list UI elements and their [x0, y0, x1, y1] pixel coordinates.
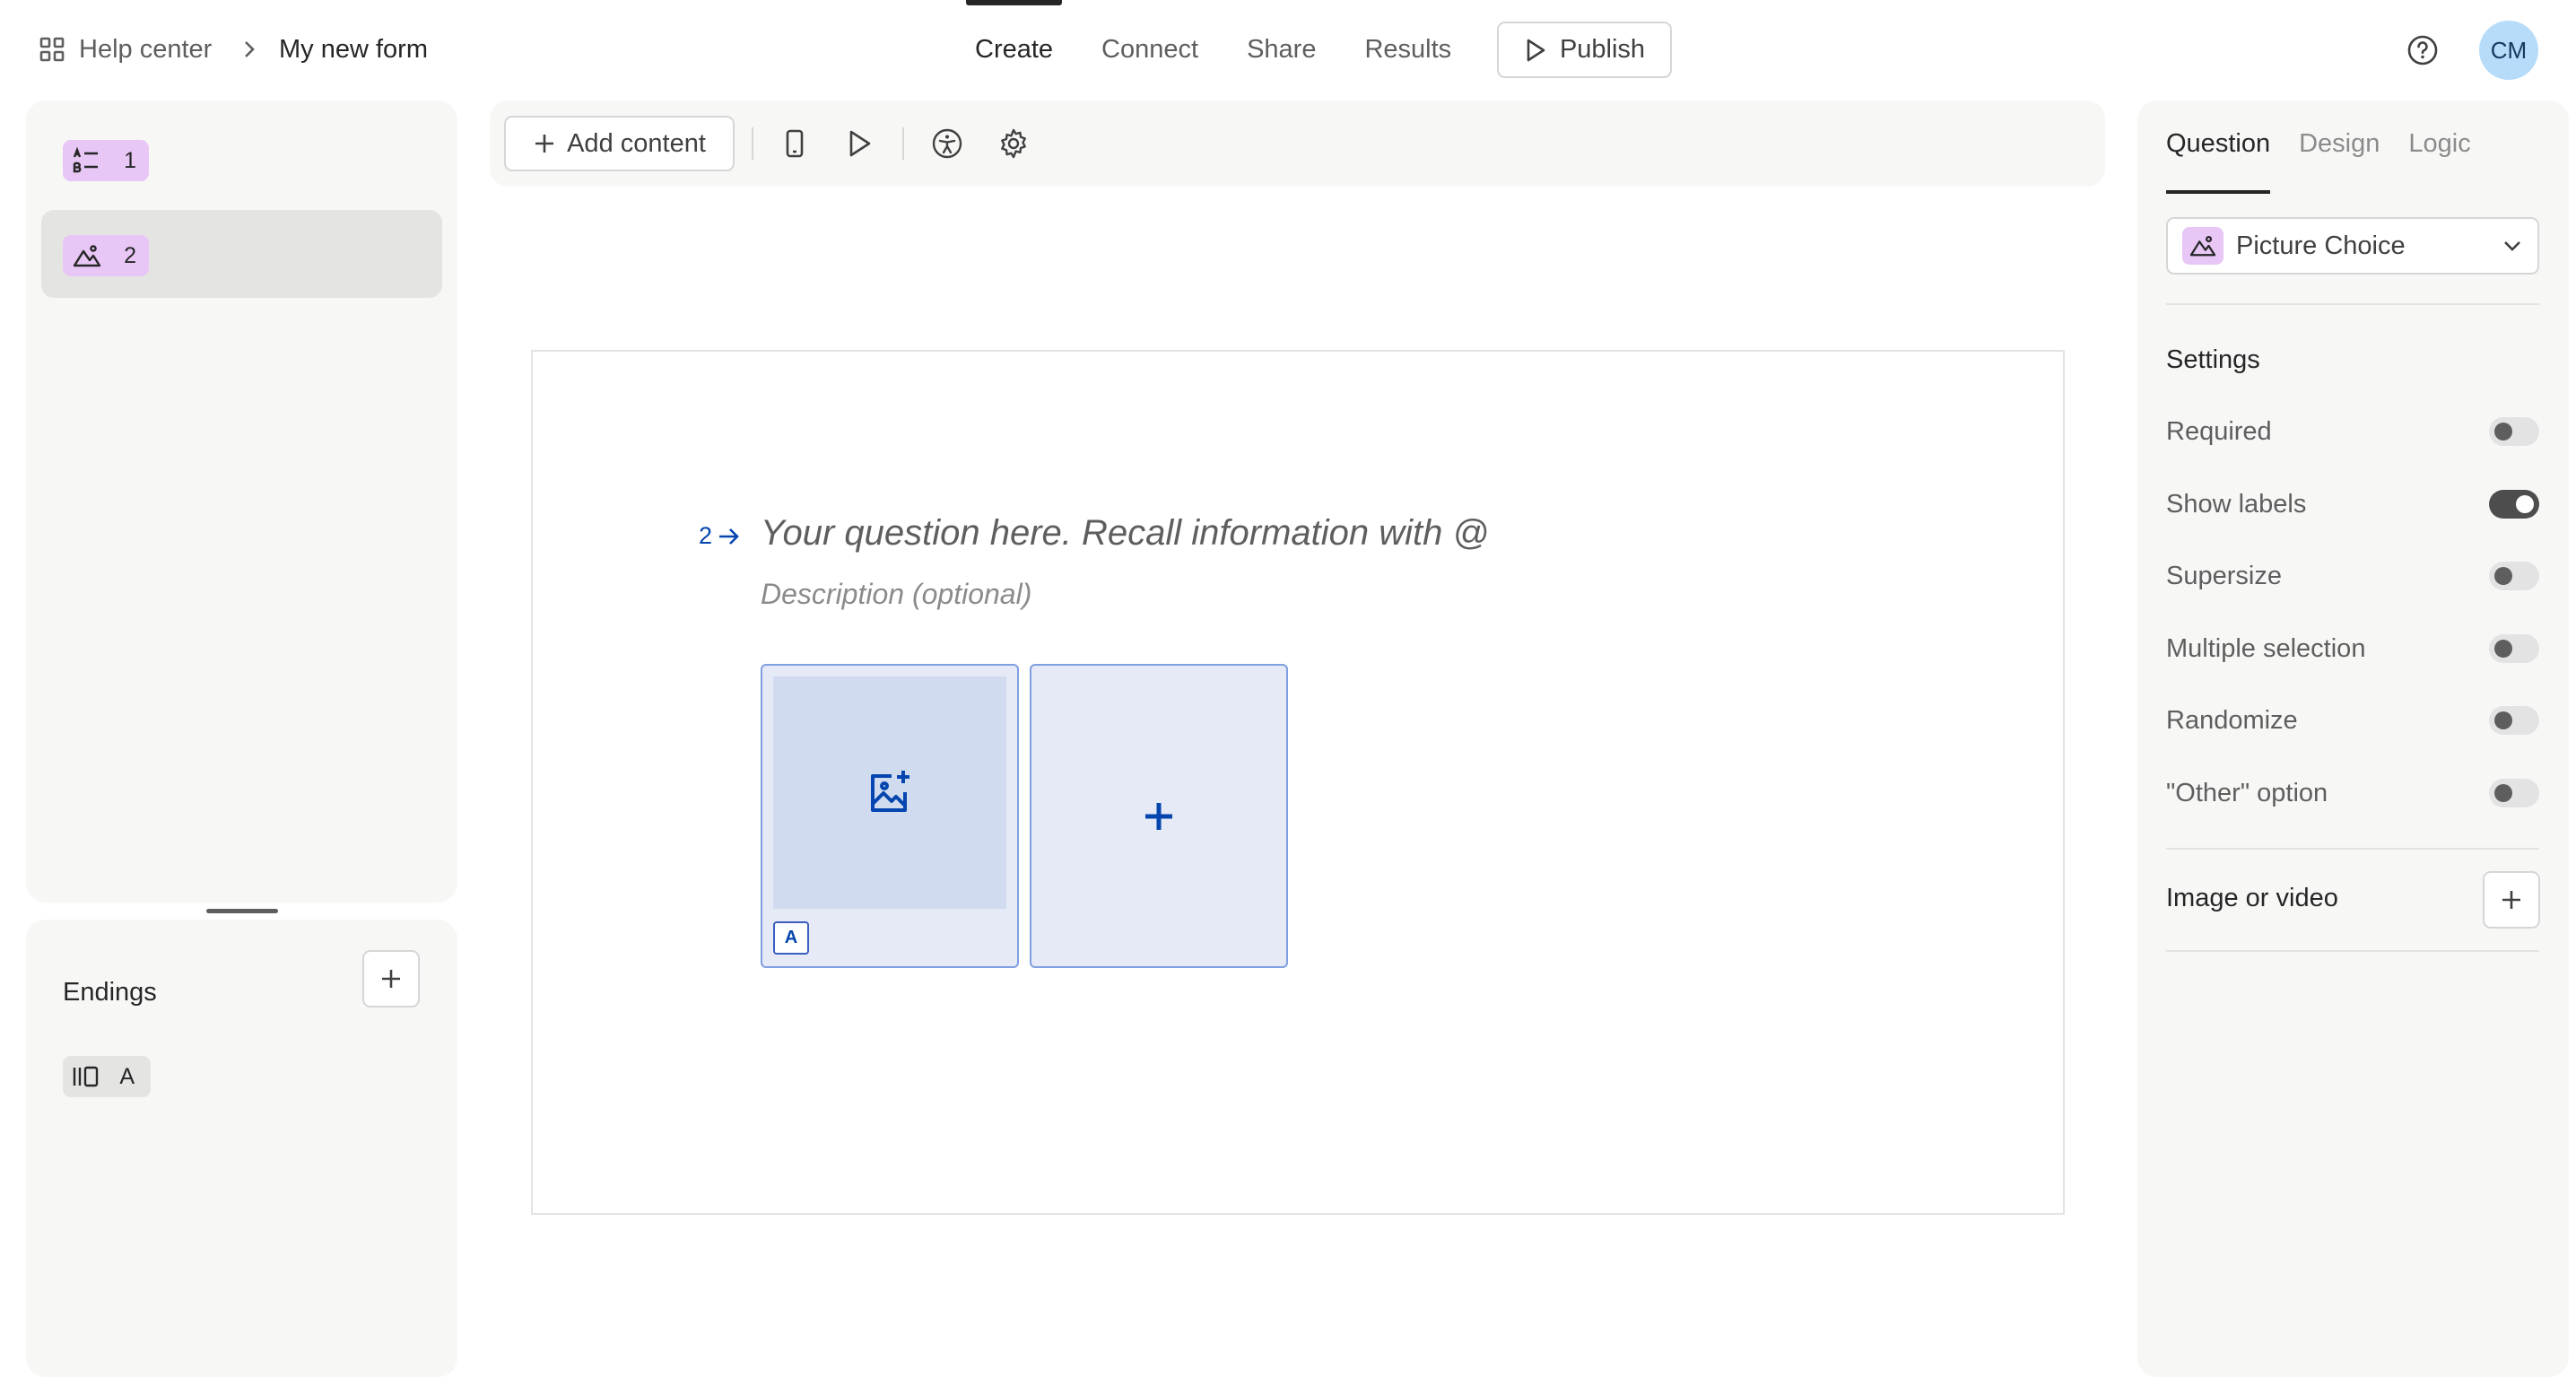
setting-randomize: Randomize — [2166, 701, 2539, 740]
add-content-button[interactable]: Add content — [504, 116, 735, 171]
question-number: 1 — [124, 147, 136, 173]
panel-resize-handle[interactable] — [206, 909, 278, 913]
question-description-input[interactable]: Description (optional) — [761, 578, 1031, 611]
mobile-preview-icon — [786, 129, 804, 158]
question-item-2[interactable]: 2 — [41, 210, 442, 298]
tab-results[interactable]: Results — [1340, 0, 1475, 99]
form-canvas: 2 Your question here. Recall information… — [531, 350, 2065, 1215]
setting-label: Supersize — [2166, 561, 2282, 590]
mobile-preview-button[interactable] — [777, 126, 813, 161]
ending-icon — [73, 1066, 99, 1087]
endings-panel: Endings A — [26, 920, 457, 1377]
choice-image-placeholder[interactable] — [773, 676, 1006, 909]
accessibility-icon — [932, 128, 962, 159]
multiple-choice-icon — [73, 147, 98, 173]
randomize-toggle[interactable] — [2489, 706, 2539, 735]
question-item-1[interactable]: 1 — [41, 115, 442, 203]
top-bar: Help center My new form Create Connect S… — [0, 0, 2576, 99]
setting-label: Multiple selection — [2166, 633, 2366, 663]
question-number-label: 2 — [699, 522, 713, 549]
setting-other-option: "Other" option — [2166, 773, 2539, 813]
accessibility-button[interactable] — [929, 126, 965, 161]
chevron-down-icon — [2504, 241, 2520, 251]
add-image-icon — [871, 770, 909, 812]
tab-connect[interactable]: Connect — [1077, 0, 1223, 99]
tab-design[interactable]: Design — [2299, 100, 2380, 187]
supersize-toggle[interactable] — [2489, 562, 2539, 590]
editor-toolbar: Add content — [490, 100, 2105, 187]
play-preview-icon — [849, 130, 871, 157]
toolbar-divider — [752, 127, 753, 160]
play-icon — [1527, 39, 1545, 61]
picture-choice-icon — [73, 245, 101, 267]
setting-multiple-selection: Multiple selection — [2166, 629, 2539, 668]
section-divider — [2166, 848, 2539, 850]
settings-gear-icon — [1001, 128, 1026, 159]
multiple-selection-toggle[interactable] — [2489, 634, 2539, 663]
picture-choice-a[interactable]: A — [761, 664, 1019, 968]
question-badge: 1 — [63, 140, 149, 181]
endings-title: Endings — [63, 978, 157, 1007]
arrow-right-icon — [719, 528, 739, 545]
toolbar-divider — [902, 127, 904, 160]
settings-heading: Settings — [2166, 345, 2260, 374]
settings-tabs: Question Design Logic — [2166, 100, 2471, 194]
preview-button[interactable] — [841, 126, 877, 161]
setting-label: Required — [2166, 416, 2272, 446]
picture-choice-type-badge — [2182, 227, 2224, 265]
plus-icon — [382, 970, 400, 988]
question-title-input[interactable]: Your question here. Recall information w… — [761, 513, 1489, 554]
breadcrumb-home[interactable]: Help center — [39, 31, 212, 68]
ending-key: A — [119, 1063, 135, 1089]
section-divider — [2166, 950, 2539, 952]
tab-share[interactable]: Share — [1223, 0, 1340, 99]
question-type-label: Picture Choice — [2236, 231, 2406, 260]
required-toggle[interactable] — [2489, 417, 2539, 446]
setting-supersize: Supersize — [2166, 556, 2539, 596]
picture-choice-icon — [2189, 235, 2216, 257]
add-choice-button[interactable] — [1030, 664, 1288, 968]
question-list-panel: 1 2 — [26, 100, 457, 903]
show-labels-toggle[interactable] — [2489, 490, 2539, 519]
question-type-select[interactable]: Picture Choice — [2166, 217, 2539, 275]
main-nav: Create Connect Share Results — [951, 0, 1475, 99]
add-ending-button[interactable] — [362, 950, 420, 1008]
add-content-label: Add content — [567, 128, 706, 158]
question-badge: 2 — [63, 235, 149, 276]
plus-icon — [1145, 802, 1172, 830]
add-media-button[interactable] — [2483, 871, 2540, 929]
tab-question[interactable]: Question — [2166, 100, 2271, 194]
setting-label: "Other" option — [2166, 778, 2328, 807]
settings-button[interactable] — [996, 126, 1031, 161]
setting-label: Randomize — [2166, 705, 2298, 735]
publish-button[interactable]: Publish — [1497, 22, 1672, 78]
breadcrumb-home-label: Help center — [79, 34, 213, 64]
plus-icon — [2502, 891, 2520, 909]
grid-apps-icon — [39, 37, 65, 62]
setting-required: Required — [2166, 412, 2539, 451]
user-avatar[interactable]: CM — [2479, 21, 2538, 80]
ending-item-a[interactable]: A — [63, 1056, 151, 1097]
breadcrumb-form-title[interactable]: My new form — [279, 31, 428, 68]
question-number-indicator: 2 — [699, 522, 741, 550]
plus-icon — [535, 135, 554, 153]
image-or-video-heading: Image or video — [2166, 884, 2338, 912]
question-settings-panel: Question Design Logic Picture Choice Set… — [2137, 100, 2569, 1377]
tab-create[interactable]: Create — [951, 0, 1077, 99]
setting-label: Show labels — [2166, 489, 2307, 519]
setting-show-labels: Show labels — [2166, 484, 2539, 524]
help-icon[interactable] — [2405, 32, 2441, 68]
question-number: 2 — [124, 242, 136, 268]
choice-key-badge: A — [773, 921, 809, 955]
other-option-toggle[interactable] — [2489, 779, 2539, 807]
publish-label: Publish — [1559, 35, 1646, 64]
chevron-right-icon — [245, 41, 255, 57]
section-divider — [2166, 303, 2539, 305]
tab-logic[interactable]: Logic — [2408, 100, 2470, 187]
